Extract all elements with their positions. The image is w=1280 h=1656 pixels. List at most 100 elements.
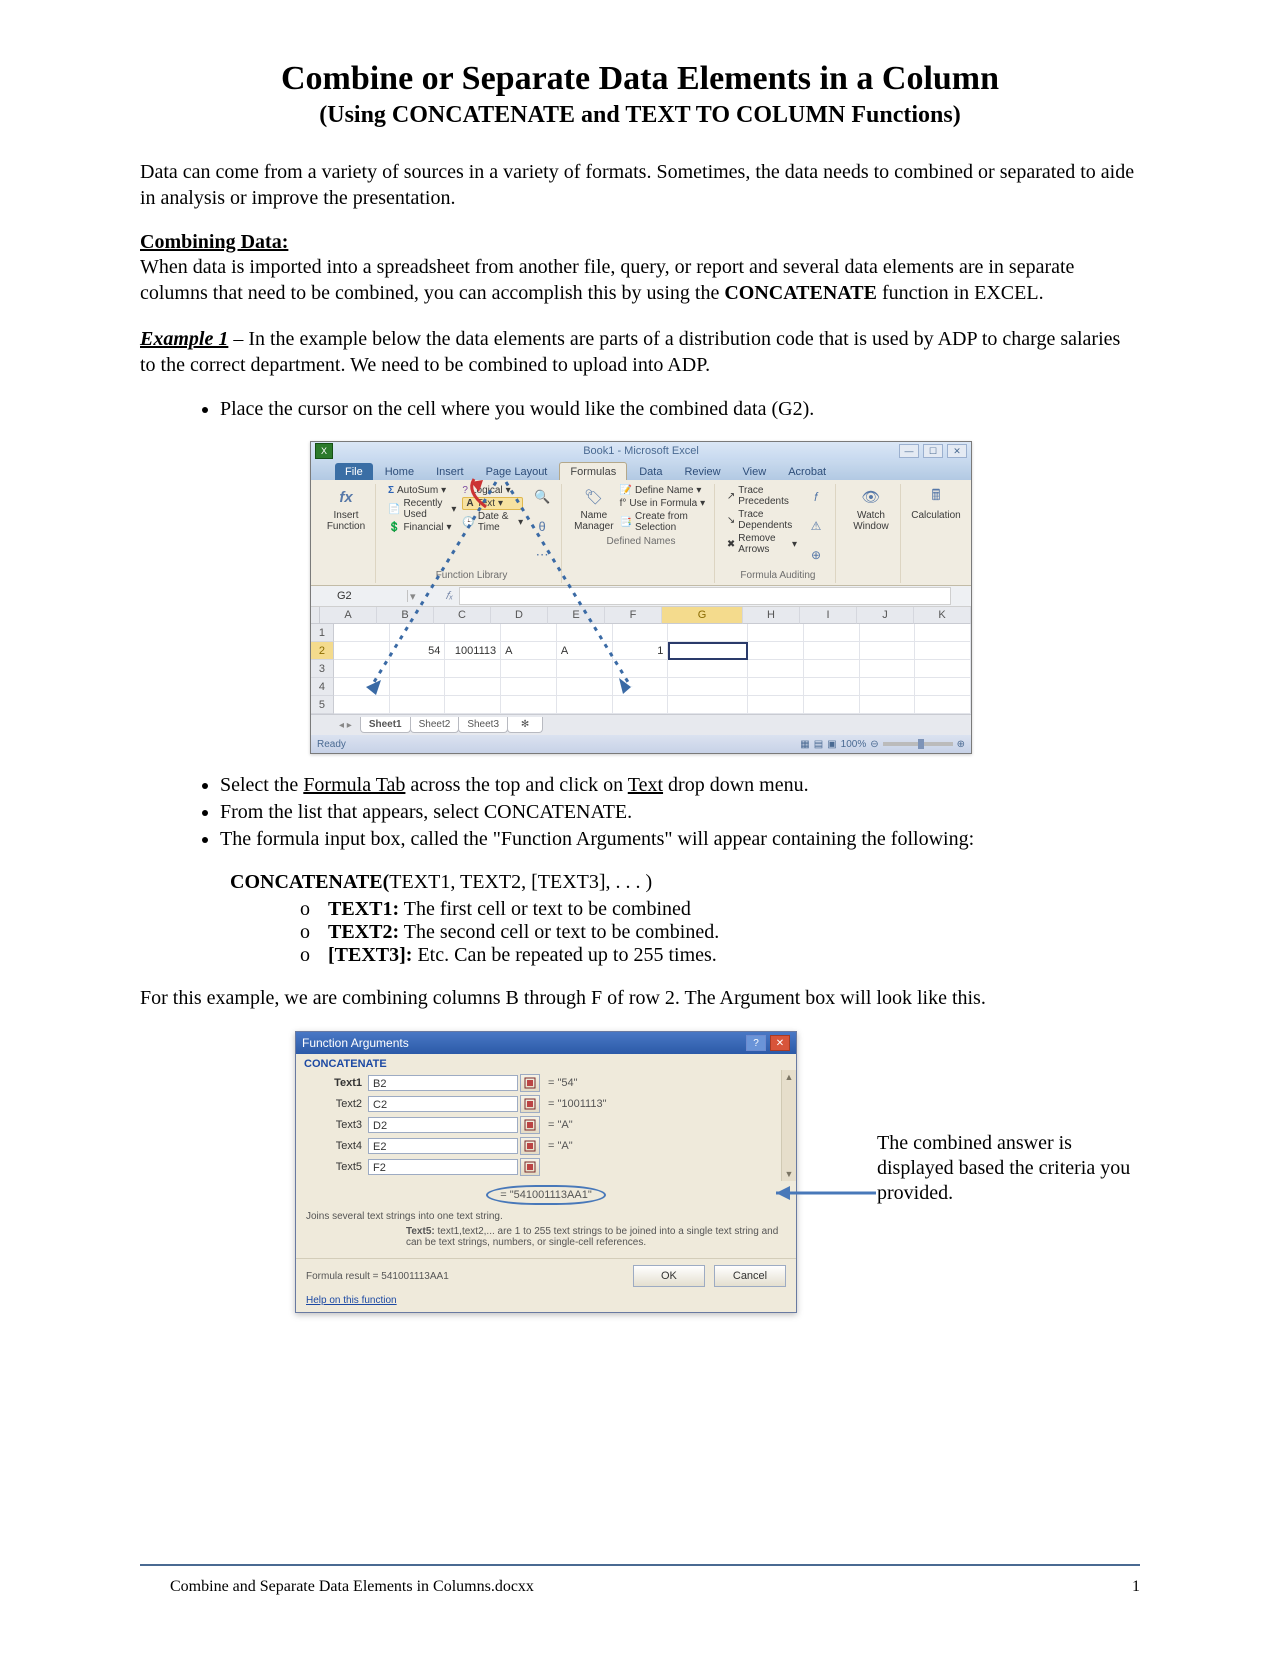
trace-precedents-button[interactable]: ↗ Trace Precedents	[727, 484, 797, 508]
view-layout-icon[interactable]: ▤	[814, 739, 823, 750]
fn-help-link[interactable]: Help on this function	[296, 1293, 407, 1312]
math-icon[interactable]: θ	[529, 513, 555, 539]
fn-ref-button-3[interactable]	[520, 1116, 540, 1134]
fn-scrollbar[interactable]: ▲ ▼	[781, 1070, 796, 1181]
row-2-header[interactable]: 2	[311, 642, 334, 660]
formula-tab-ref: Formula Tab	[303, 774, 405, 796]
remove-arrows-button[interactable]: ✖ Remove Arrows ▾	[727, 532, 797, 556]
col-A[interactable]: A	[320, 607, 377, 624]
fn-ref-button-1[interactable]	[520, 1074, 540, 1092]
tab-insert[interactable]: Insert	[426, 463, 474, 480]
scroll-down-icon[interactable]: ▼	[785, 1169, 794, 1179]
fn-ok-button[interactable]: OK	[633, 1265, 705, 1287]
tab-page-layout[interactable]: Page Layout	[476, 463, 558, 480]
cell-A2[interactable]	[334, 642, 390, 660]
col-K[interactable]: K	[914, 607, 971, 624]
new-sheet-tab[interactable]: ✻	[507, 717, 543, 733]
fn-ref-button-2[interactable]	[520, 1095, 540, 1113]
trace-dependents-button[interactable]: ↘ Trace Dependents	[727, 508, 797, 532]
col-D[interactable]: D	[491, 607, 548, 624]
fn-label-text2: Text2	[306, 1098, 368, 1110]
recently-used-button[interactable]: 📄Recently Used ▾	[388, 497, 456, 521]
sheet-tab-1[interactable]: Sheet1	[360, 717, 411, 733]
combining-body-post: function in EXCEL.	[877, 282, 1044, 304]
sheet-tab-2[interactable]: Sheet2	[410, 717, 460, 733]
create-selection-button[interactable]: 📑 Create from Selection	[620, 510, 708, 534]
text-button[interactable]: AText ▾	[462, 497, 523, 510]
zoom-in-icon[interactable]: ⊕	[957, 739, 965, 750]
zoom-out-icon[interactable]: ⊖	[870, 739, 878, 750]
col-G[interactable]: G	[662, 607, 743, 624]
fn-input-text3[interactable]: D2	[368, 1117, 518, 1133]
tab-view[interactable]: View	[733, 463, 777, 480]
maximize-button[interactable]: ☐	[923, 444, 943, 458]
insert-function-button[interactable]: fx Insert Function	[323, 484, 369, 532]
row-1-header[interactable]: 1	[311, 624, 334, 642]
excel-app-icon: X	[315, 443, 333, 459]
sheet-tab-3[interactable]: Sheet3	[458, 717, 508, 733]
formula-input[interactable]	[459, 587, 951, 605]
text-label: Text	[477, 498, 495, 509]
fn-ref-button-4[interactable]	[520, 1137, 540, 1155]
fn-input-text1[interactable]: B2	[368, 1075, 518, 1091]
calculation-button[interactable]: 🖩 Calculation	[913, 484, 959, 521]
close-button[interactable]: ✕	[947, 444, 967, 458]
col-E[interactable]: E	[548, 607, 605, 624]
name-manager-button[interactable]: 🏷 Name Manager	[574, 484, 613, 534]
minimize-button[interactable]: —	[899, 444, 919, 458]
recent-label: Recently Used	[403, 498, 448, 520]
col-H[interactable]: H	[743, 607, 800, 624]
tab-data[interactable]: Data	[629, 463, 672, 480]
logical-button[interactable]: ?Logical ▾	[462, 484, 523, 497]
tab-file[interactable]: File	[335, 463, 373, 480]
col-B[interactable]: B	[377, 607, 434, 624]
fn-row-text1: Text1 B2 = "54"	[306, 1074, 771, 1092]
cell-G2-selected[interactable]	[668, 642, 748, 660]
name-box[interactable]: G2	[331, 590, 408, 602]
show-formulas-icon[interactable]: 𝑓	[803, 484, 829, 510]
row-5-header[interactable]: 5	[311, 696, 334, 714]
fn-ref-button-5[interactable]	[520, 1158, 540, 1176]
select-all-corner[interactable]	[311, 607, 320, 624]
use-in-formula-button[interactable]: f° Use in Formula ▾	[620, 497, 708, 510]
tab-home[interactable]: Home	[375, 463, 424, 480]
function-library-caption: Function Library	[388, 570, 555, 581]
view-normal-icon[interactable]: ▦	[800, 739, 809, 750]
autosum-button[interactable]: ΣAutoSum ▾	[388, 484, 456, 497]
lookup-icon[interactable]: 🔍	[529, 484, 555, 510]
scroll-up-icon[interactable]: ▲	[785, 1072, 794, 1082]
date-time-button[interactable]: 🕒Date & Time ▾	[462, 510, 523, 534]
financial-button[interactable]: 💲Financial ▾	[388, 521, 456, 534]
view-break-icon[interactable]: ▣	[827, 739, 836, 750]
tab-formulas[interactable]: Formulas	[559, 462, 627, 480]
fn-close-button[interactable]: ✕	[770, 1035, 790, 1051]
fn-input-text4[interactable]: E2	[368, 1138, 518, 1154]
evaluate-icon[interactable]: ⊕	[803, 542, 829, 568]
row-4-header[interactable]: 4	[311, 678, 334, 696]
fn-cancel-button[interactable]: Cancel	[714, 1265, 786, 1287]
col-C[interactable]: C	[434, 607, 491, 624]
fn-help-button[interactable]: ?	[746, 1035, 766, 1051]
fn-input-text5[interactable]: F2	[368, 1159, 518, 1175]
cell-D2[interactable]: A	[501, 642, 557, 660]
zoom-controls[interactable]: ▦ ▤ ▣ 100% ⊖ ⊕	[800, 739, 965, 750]
col-J[interactable]: J	[857, 607, 914, 624]
tab-acrobat[interactable]: Acrobat	[778, 463, 836, 480]
error-check-icon[interactable]: ⚠	[803, 513, 829, 539]
cell-F2[interactable]: 1	[613, 642, 669, 660]
watch-window-button[interactable]: 👁 Watch Window	[848, 484, 894, 532]
more-fn-icon[interactable]: ⋯	[529, 542, 555, 568]
cell-B2[interactable]: 54	[390, 642, 446, 660]
namebox-dropdown-icon[interactable]: ▾	[410, 590, 416, 603]
col-I[interactable]: I	[800, 607, 857, 624]
tab-review[interactable]: Review	[674, 463, 730, 480]
function-arguments-dialog: Function Arguments ? ✕ CONCATENATE Text1…	[295, 1031, 797, 1313]
zoom-slider[interactable]	[883, 742, 953, 746]
fn-input-text2[interactable]: C2	[368, 1096, 518, 1112]
cell-C2[interactable]: 1001113	[445, 642, 501, 660]
row-3-header[interactable]: 3	[311, 660, 334, 678]
cell-E2[interactable]: A	[557, 642, 613, 660]
footer-page-number: 1	[1132, 1578, 1140, 1596]
col-F[interactable]: F	[605, 607, 662, 624]
define-name-button[interactable]: 📝 Define Name ▾	[620, 484, 708, 497]
